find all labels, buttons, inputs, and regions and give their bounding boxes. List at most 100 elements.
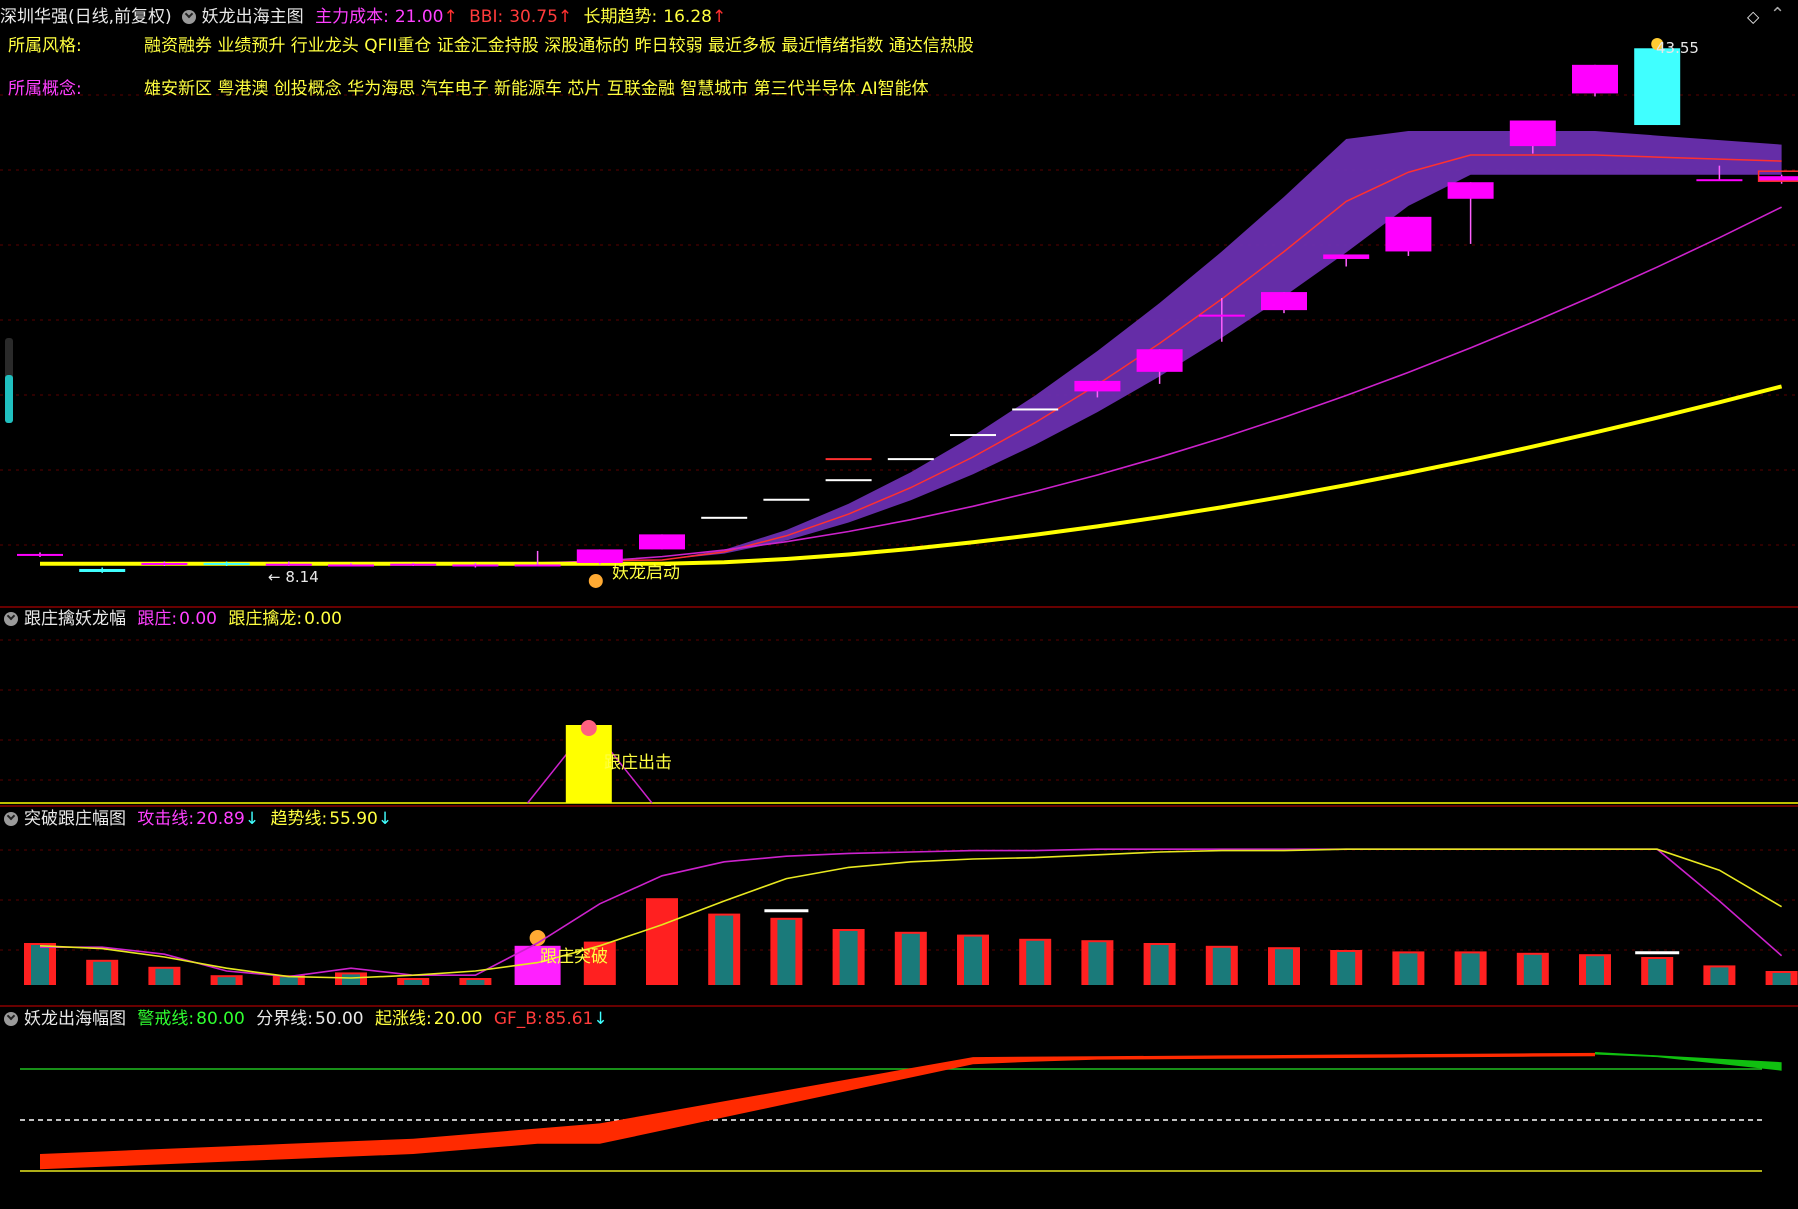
panel2-gem-icon	[580, 720, 597, 736]
main-panel-header: 深圳华强(日线,前复权) 妖龙出海主图 主力成本: 21.00↑ BBI: 30.75…	[0, 6, 732, 28]
panel2-gzql-value: 0.00	[304, 609, 342, 629]
candle-body	[514, 564, 561, 567]
panel3-trend-arrow-icon: ↓	[377, 809, 393, 829]
panel3-bar-inner	[1710, 967, 1729, 985]
panel3-bar-inner	[964, 936, 982, 985]
panel4-div-value: 50.00	[314, 1009, 364, 1029]
panel3-bar-inner	[1088, 942, 1107, 985]
candle-body	[1261, 292, 1307, 311]
panel3-bar-inner	[1648, 959, 1667, 985]
panel3-bar-inner	[155, 968, 174, 985]
panel3-attack-value: 20.89	[196, 809, 245, 829]
panel3-attack-label: 攻击线:	[137, 809, 195, 829]
panel3-bar-inner	[1337, 952, 1356, 985]
panel4-toggle-icon[interactable]	[4, 1012, 18, 1026]
stock-title[interactable]: 深圳华强(日线,前复权)	[0, 7, 172, 27]
style-value: 融资融券 业绩预升 行业龙头 QFII重仓 证金汇金持股 深股通标的 昨日较弱 …	[144, 36, 974, 56]
panel3-signal: 跟庄突破	[540, 947, 608, 967]
candle-body	[887, 458, 934, 461]
panel4-green-ribbon	[1595, 1052, 1782, 1071]
panel3-bar-inner	[715, 915, 734, 985]
panel4-div-label: 分界线:	[256, 1009, 313, 1029]
candle-body	[825, 479, 872, 482]
panel4-gfb-label: GF_B:	[493, 1009, 543, 1029]
panel3-bar-inner	[1275, 949, 1293, 985]
panel3-trend-value: 55.90	[329, 809, 378, 829]
panel2-name[interactable]: 跟庄擒妖龙幅	[24, 609, 126, 629]
panel3-bar-inner	[1772, 973, 1791, 985]
panel3-toggle-icon[interactable]	[4, 812, 18, 826]
panel3-bar-inner	[1461, 953, 1480, 985]
candle-body	[576, 549, 623, 563]
candle-body	[328, 564, 374, 567]
panel3-bar-inner	[217, 977, 236, 985]
panel3-bar-inner	[342, 974, 360, 985]
panel4-name[interactable]: 妖龙出海幅图	[24, 1009, 126, 1029]
candle-body	[825, 458, 872, 461]
candle-body	[203, 562, 250, 565]
high-price-label: 43.55	[1656, 39, 1699, 57]
signal-yaolong-start: 妖龙启动	[612, 563, 680, 583]
candle-body	[1385, 216, 1432, 252]
panel4-rise-label: 起涨线:	[375, 1009, 432, 1029]
signal-rocket-icon	[588, 573, 603, 588]
panel2-gz-value: 0.00	[179, 609, 217, 629]
low-price-label: ← 8.14	[268, 568, 319, 586]
collapse-icon[interactable]: ⌃	[1770, 4, 1785, 26]
bbi-label: BBI:	[469, 7, 504, 27]
candle-body	[17, 553, 63, 556]
main-cost-arrow-icon: ↑	[443, 7, 458, 27]
candle-body	[1634, 48, 1681, 126]
purple-band	[599, 131, 1782, 562]
candle-body	[1198, 314, 1245, 317]
candle-body	[1012, 408, 1059, 411]
candle-body	[79, 568, 126, 572]
candle-body	[141, 562, 188, 565]
style-label: 所属风格:	[8, 36, 82, 56]
long-trend-label: 长期趋势:	[583, 7, 658, 27]
diamond-icon[interactable]: ◇	[1747, 6, 1759, 28]
panel2-toggle-icon[interactable]	[4, 612, 18, 626]
panel4-red-ribbon	[40, 1052, 1595, 1170]
concept-value: 雄安新区 粤港澳 创投概念 华为海思 汽车电子 新能源车 芯片 互联金融 智慧城…	[144, 79, 929, 99]
bbi-arrow-icon: ↑	[557, 7, 573, 27]
panel3-bar-inner	[279, 977, 298, 985]
panel4-header: 妖龙出海幅图 警戒线: 80.00 分界线: 50.00 起涨线: 20.00 GF_…	[0, 1008, 614, 1030]
panel3-header: 突破跟庄幅图 攻击线: 20.89↓ 趋势线: 55.90↓	[0, 808, 398, 830]
panel3-bar-inner	[839, 931, 858, 985]
long-trend-arrow-icon: ↑	[711, 7, 727, 27]
panel2-signal: 跟庄出击	[604, 753, 672, 773]
candle-body	[452, 564, 499, 567]
panel3-bar-inner	[404, 980, 423, 985]
candle-body	[1758, 176, 1798, 181]
volume-ratio-bar-fill	[5, 375, 13, 423]
panel3-trend-label: 趋势线:	[270, 809, 328, 829]
panel2-gzql-label: 跟庄擒龙:	[228, 609, 303, 629]
long-trend-value: 16.28	[663, 7, 712, 27]
candle-body	[701, 516, 748, 519]
panel3-bar-inner	[1523, 954, 1542, 985]
panel4-rise-value: 20.00	[433, 1009, 483, 1029]
candle-body	[1323, 254, 1370, 259]
panel4-gfb-arrow-icon: ↓	[593, 1009, 608, 1029]
candle-body	[1696, 179, 1743, 182]
candle-body	[390, 563, 437, 566]
panel4-warn-label: 警戒线:	[137, 1009, 195, 1029]
indicator-name[interactable]: 妖龙出海主图	[202, 7, 304, 27]
panel3-bar-inner	[1399, 953, 1418, 985]
panel3-bar-inner	[31, 945, 49, 985]
indicator-toggle-icon[interactable]	[181, 10, 196, 24]
candle-body	[639, 534, 685, 550]
panel3-bar-inner	[1586, 956, 1604, 985]
main-cost-value: 21.00	[394, 7, 444, 27]
candle-body	[1447, 182, 1494, 199]
panel3-name[interactable]: 突破跟庄幅图	[24, 809, 126, 829]
panel3-bar-inner	[777, 919, 796, 985]
panel3-bar	[646, 898, 678, 985]
main-cost-label: 主力成本:	[315, 7, 389, 27]
panel3-bar-inner	[93, 961, 112, 985]
panel3-bar-inner	[466, 980, 485, 985]
concept-label: 所属概念:	[8, 79, 82, 99]
panel2-header: 跟庄擒妖龙幅 跟庄: 0.00 跟庄擒龙: 0.00	[0, 608, 348, 630]
panel2-gz-label: 跟庄:	[137, 609, 178, 629]
